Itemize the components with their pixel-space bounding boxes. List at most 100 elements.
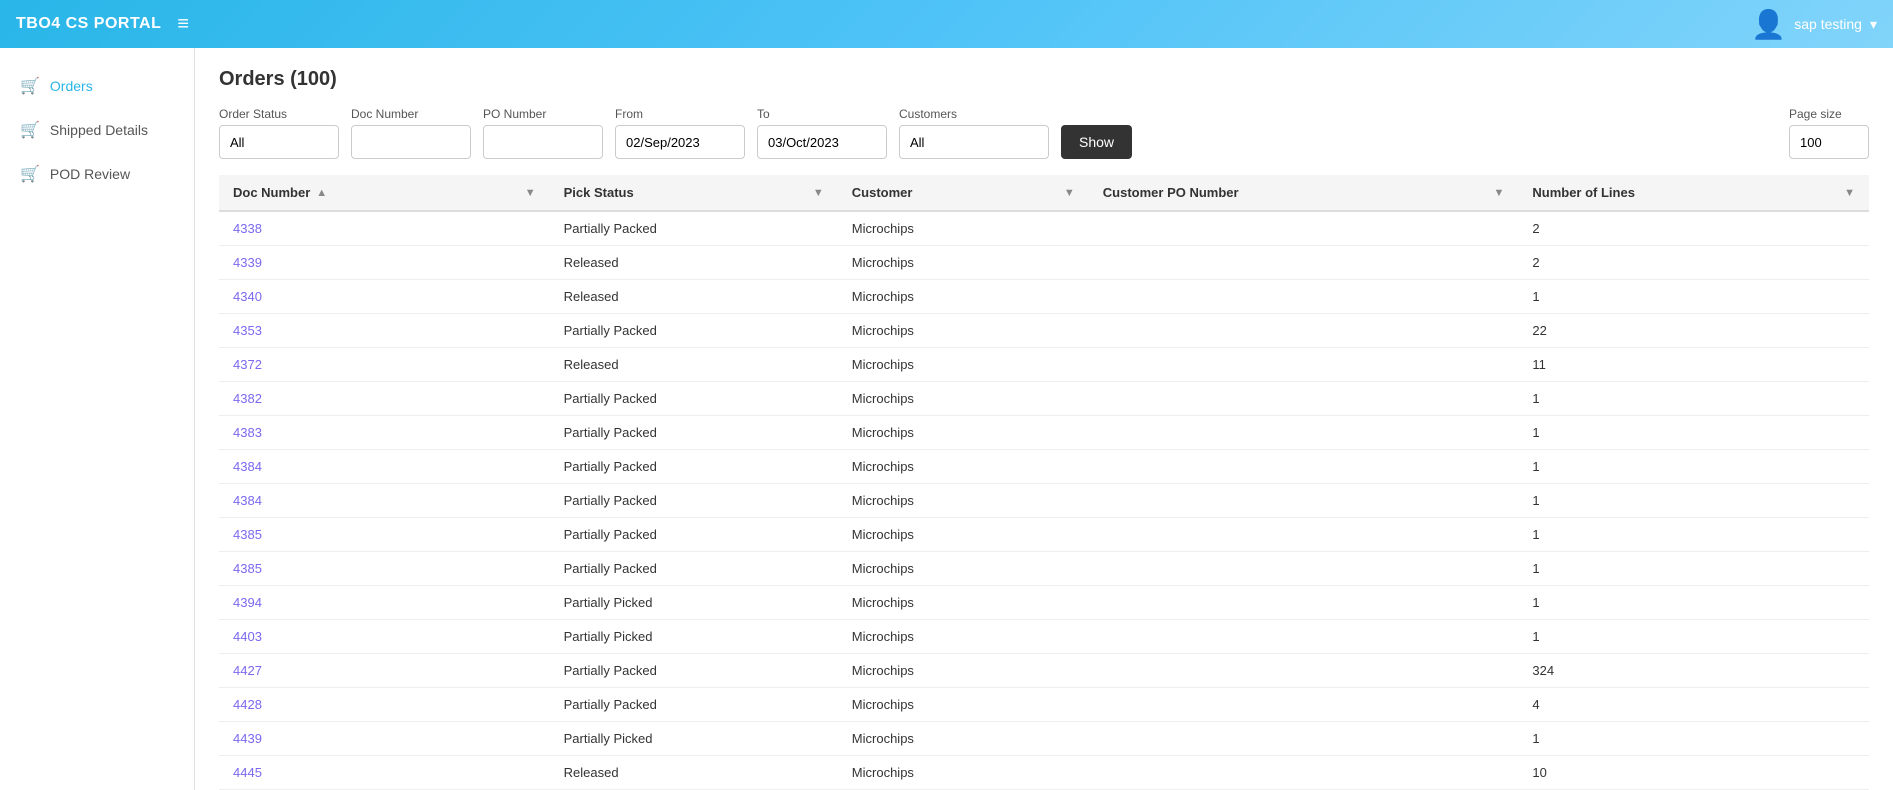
doc-number-filter-group: Doc Number: [351, 107, 471, 159]
table-row: 4383Partially PackedMicrochips1: [219, 416, 1869, 450]
doc-number-link[interactable]: 4372: [233, 357, 262, 372]
cell-customer: Microchips: [838, 756, 1089, 790]
cell-num-lines: 1: [1518, 586, 1869, 620]
cell-doc-number: 4385: [219, 552, 550, 586]
doc-number-link[interactable]: 4339: [233, 255, 262, 270]
cell-doc-number: 4403: [219, 620, 550, 654]
cell-customer: Microchips: [838, 246, 1089, 280]
cell-customer: Microchips: [838, 586, 1089, 620]
page-size-filter-group: Page size: [1789, 107, 1869, 159]
cell-customer-po: [1089, 756, 1519, 790]
cell-num-lines: 1: [1518, 722, 1869, 756]
col-customer-filter-icon[interactable]: ▼: [1064, 187, 1075, 199]
page-size-input[interactable]: [1789, 125, 1869, 159]
cell-customer-po: [1089, 654, 1519, 688]
po-number-filter-group: PO Number: [483, 107, 603, 159]
orders-table-container: Doc Number ▲ ▼ Pick Status ▼: [219, 175, 1869, 790]
doc-number-input[interactable]: [351, 125, 471, 159]
cell-pick-status: Partially Packed: [550, 552, 838, 586]
table-header-row: Doc Number ▲ ▼ Pick Status ▼: [219, 175, 1869, 211]
doc-number-link[interactable]: 4340: [233, 289, 262, 304]
customers-label: Customers: [899, 107, 1049, 121]
cell-num-lines: 2: [1518, 211, 1869, 246]
cell-num-lines: 1: [1518, 484, 1869, 518]
order-status-input[interactable]: [219, 125, 339, 159]
page-title: Orders (100): [219, 68, 1869, 91]
to-date-input[interactable]: [757, 125, 887, 159]
doc-number-link[interactable]: 4384: [233, 493, 262, 508]
page-size-label: Page size: [1789, 107, 1869, 121]
col-doc-number-filter-icon[interactable]: ▼: [525, 187, 536, 199]
cell-pick-status: Partially Picked: [550, 620, 838, 654]
cell-pick-status: Partially Packed: [550, 484, 838, 518]
cell-pick-status: Partially Packed: [550, 518, 838, 552]
table-row: 4445ReleasedMicrochips10: [219, 756, 1869, 790]
sidebar-item-pod-label: POD Review: [50, 166, 130, 182]
table-row: 4338Partially PackedMicrochips2: [219, 211, 1869, 246]
doc-number-link[interactable]: 4338: [233, 221, 262, 236]
doc-number-link[interactable]: 4353: [233, 323, 262, 338]
doc-number-link[interactable]: 4394: [233, 595, 262, 610]
cell-pick-status: Partially Packed: [550, 382, 838, 416]
doc-number-link[interactable]: 4428: [233, 697, 262, 712]
col-customer-po-filter-icon[interactable]: ▼: [1493, 187, 1504, 199]
cell-doc-number: 4428: [219, 688, 550, 722]
cell-num-lines: 4: [1518, 688, 1869, 722]
table-row: 4372ReleasedMicrochips11: [219, 348, 1869, 382]
customers-input[interactable]: [899, 125, 1049, 159]
cell-customer: Microchips: [838, 348, 1089, 382]
cell-customer: Microchips: [838, 620, 1089, 654]
cell-num-lines: 10: [1518, 756, 1869, 790]
cell-customer: Microchips: [838, 484, 1089, 518]
doc-number-link[interactable]: 4427: [233, 663, 262, 678]
po-number-input[interactable]: [483, 125, 603, 159]
table-row: 4427Partially PackedMicrochips324: [219, 654, 1869, 688]
cell-pick-status: Partially Picked: [550, 722, 838, 756]
cell-doc-number: 4383: [219, 416, 550, 450]
cell-doc-number: 4394: [219, 586, 550, 620]
col-customer-po: Customer PO Number ▼: [1089, 175, 1519, 211]
cell-pick-status: Partially Packed: [550, 211, 838, 246]
doc-number-link[interactable]: 4382: [233, 391, 262, 406]
cell-customer: Microchips: [838, 722, 1089, 756]
cell-doc-number: 4340: [219, 280, 550, 314]
cell-customer: Microchips: [838, 518, 1089, 552]
cell-num-lines: 22: [1518, 314, 1869, 348]
hamburger-menu-icon[interactable]: ≡: [177, 13, 189, 36]
doc-number-link[interactable]: 4403: [233, 629, 262, 644]
pod-review-icon: 🛒: [20, 164, 40, 184]
app-title: TBO4 CS PORTAL: [16, 15, 161, 33]
col-pick-status-filter-icon[interactable]: ▼: [813, 187, 824, 199]
cell-customer-po: [1089, 450, 1519, 484]
sort-ascending-icon[interactable]: ▲: [316, 187, 327, 199]
user-menu[interactable]: 👤 sap testing ▾: [1751, 8, 1877, 41]
sidebar-item-pod-review[interactable]: 🛒 POD Review: [0, 152, 194, 196]
table-row: 4428Partially PackedMicrochips4: [219, 688, 1869, 722]
header: TBO4 CS PORTAL ≡ 👤 sap testing ▾: [0, 0, 1893, 48]
doc-number-link[interactable]: 4383: [233, 425, 262, 440]
show-button[interactable]: Show: [1061, 125, 1132, 159]
cell-num-lines: 2: [1518, 246, 1869, 280]
order-status-filter-group: Order Status: [219, 107, 339, 159]
shipped-details-icon: 🛒: [20, 120, 40, 140]
doc-number-link[interactable]: 4445: [233, 765, 262, 780]
col-num-lines-filter-icon[interactable]: ▼: [1844, 187, 1855, 199]
doc-number-link[interactable]: 4385: [233, 561, 262, 576]
doc-number-link[interactable]: 4384: [233, 459, 262, 474]
sidebar-item-shipped-details[interactable]: 🛒 Shipped Details: [0, 108, 194, 152]
cell-doc-number: 4439: [219, 722, 550, 756]
content-area: Orders (100) Order Status Doc Number PO …: [195, 48, 1893, 790]
cell-customer-po: [1089, 722, 1519, 756]
doc-number-link[interactable]: 4385: [233, 527, 262, 542]
cell-doc-number: 4445: [219, 756, 550, 790]
sidebar-item-shipped-label: Shipped Details: [50, 122, 148, 138]
doc-number-link[interactable]: 4439: [233, 731, 262, 746]
table-row: 4385Partially PackedMicrochips1: [219, 552, 1869, 586]
cell-num-lines: 1: [1518, 382, 1869, 416]
cell-customer-po: [1089, 620, 1519, 654]
from-date-input[interactable]: [615, 125, 745, 159]
sidebar-item-orders[interactable]: 🛒 Orders: [0, 64, 194, 108]
cell-num-lines: 324: [1518, 654, 1869, 688]
cell-customer-po: [1089, 552, 1519, 586]
cell-customer: Microchips: [838, 552, 1089, 586]
